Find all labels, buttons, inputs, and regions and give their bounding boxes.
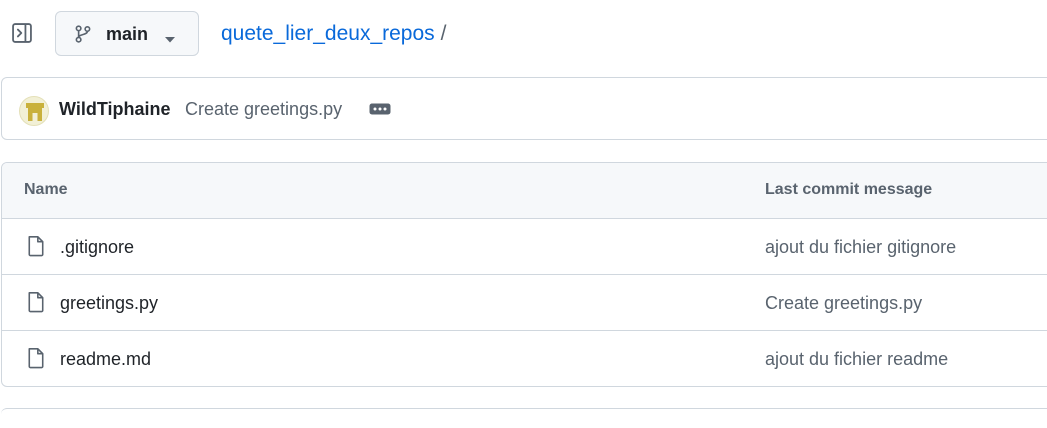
breadcrumb: quete_lier_deux_repos / — [221, 20, 447, 48]
sidebar-expand-icon[interactable] — [10, 21, 34, 45]
commit-author[interactable]: WildTiphaine — [59, 99, 171, 120]
branch-selector-button[interactable]: main — [55, 11, 199, 56]
commit-message-link[interactable]: ajout du fichier gitignore — [765, 237, 956, 258]
column-header-name: Name — [24, 181, 68, 198]
table-header: Name Last commit message — [2, 163, 1047, 219]
table-row: readme.md ajout du fichier readme — [2, 331, 1047, 386]
commit-message[interactable]: Create greetings.py — [185, 99, 342, 120]
table-row: .gitignore ajout du fichier gitignore — [2, 219, 1047, 275]
git-branch-icon — [73, 24, 93, 44]
branch-name: main — [106, 24, 149, 44]
repo-link[interactable]: quete_lier_deux_repos — [221, 22, 435, 45]
breadcrumb-separator: / — [440, 22, 447, 45]
file-name-link[interactable]: .gitignore — [60, 237, 134, 258]
column-header-last-commit: Last commit message — [765, 181, 933, 198]
user-avatar[interactable] — [19, 96, 49, 126]
table-row: greetings.py Create greetings.py — [2, 275, 1047, 331]
file-icon — [26, 347, 46, 369]
triangle-down-icon — [164, 31, 176, 49]
kebab-horizontal-icon[interactable] — [368, 101, 392, 117]
file-name-link[interactable]: greetings.py — [60, 293, 158, 314]
next-panel-edge — [1, 408, 1047, 428]
latest-commit-bar: WildTiphaine Create greetings.py — [1, 77, 1047, 140]
repo-header: main quete_lier_deux_repos / — [0, 0, 1047, 68]
commit-message-link[interactable]: ajout du fichier readme — [765, 349, 948, 370]
file-icon — [26, 235, 46, 257]
file-table: Name Last commit message .gitignore ajou… — [1, 162, 1047, 387]
file-name-link[interactable]: readme.md — [60, 349, 151, 370]
commit-message-link[interactable]: Create greetings.py — [765, 293, 922, 314]
file-icon — [26, 291, 46, 313]
